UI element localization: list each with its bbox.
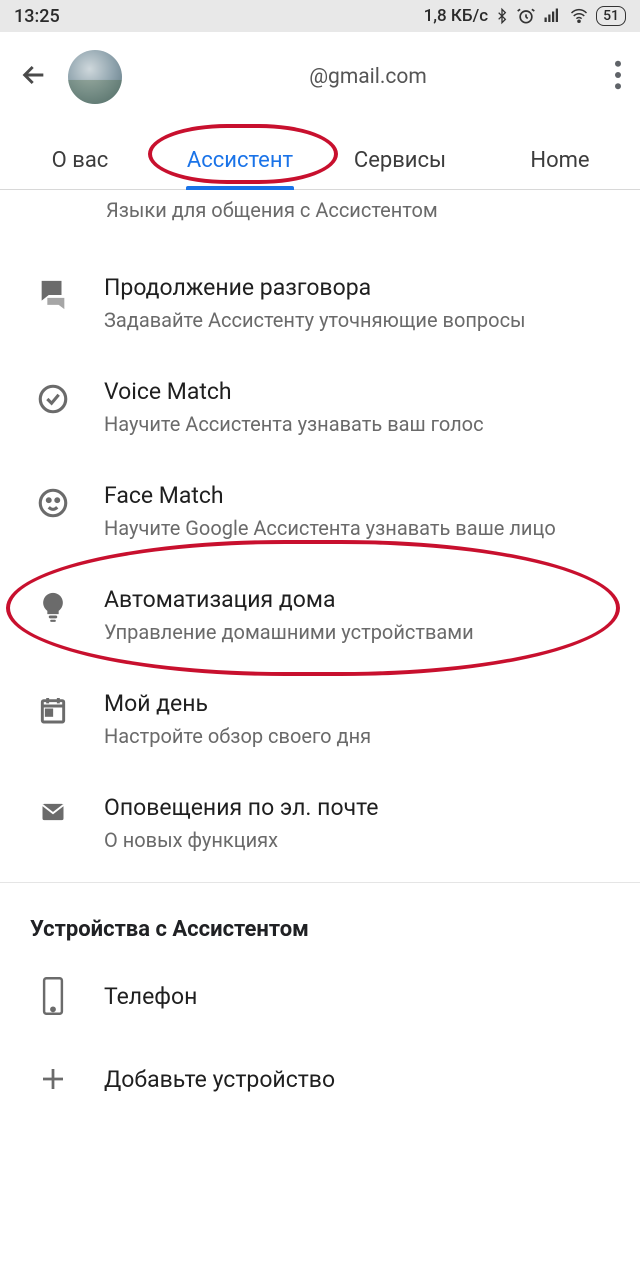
signal-icon [542, 7, 562, 25]
status-bar: 13:25 1,8 КБ/с 51 [0, 0, 640, 32]
mail-icon [36, 798, 70, 826]
item-continued-conversation[interactable]: Продолжение разговора Задавайте Ассистен… [0, 252, 640, 356]
item-title: Face Match [104, 482, 618, 509]
face-icon [36, 486, 70, 520]
item-home-automation[interactable]: Автоматизация дома Управление домашними … [0, 564, 640, 668]
item-add-device[interactable]: Добавьте устройство [0, 1040, 640, 1118]
account-email: @gmail.com [140, 65, 596, 89]
status-icons: 1,8 КБ/с 51 [424, 6, 626, 26]
plus-icon [38, 1064, 68, 1094]
item-title: Оповещения по эл. почте [104, 794, 618, 821]
list-item-subtitle: Языки для общения с Ассистентом [0, 190, 640, 252]
battery-icon: 51 [596, 6, 626, 26]
item-title: Мой день [104, 690, 618, 717]
item-subtitle: Настройте обзор своего дня [104, 723, 618, 750]
item-title: Автоматизация дома [104, 586, 618, 613]
item-face-match[interactable]: Face Match Научите Google Ассистента узн… [0, 460, 640, 564]
tab-about[interactable]: О вас [0, 130, 160, 189]
phone-icon [39, 976, 67, 1016]
tab-bar: О вас Ассистент Сервисы Home [0, 130, 640, 190]
alarm-icon [516, 6, 536, 26]
item-subtitle: Научите Google Ассистента узнавать ваше … [104, 515, 618, 542]
tab-services[interactable]: Сервисы [320, 130, 480, 189]
status-net-speed: 1,8 КБ/с [424, 6, 489, 26]
item-email-notifications[interactable]: Оповещения по эл. почте О новых функциях [0, 772, 640, 876]
bluetooth-icon [494, 6, 510, 26]
item-title: Voice Match [104, 378, 618, 405]
calendar-icon [37, 694, 69, 726]
item-subtitle: О новых функциях [104, 827, 618, 854]
tab-home[interactable]: Home [480, 130, 640, 189]
section-header-devices: Устройства с Ассистентом [0, 882, 640, 952]
avatar[interactable] [68, 50, 122, 104]
item-title: Продолжение разговора [104, 274, 618, 301]
item-subtitle: Научите Ассистента узнавать ваш голос [104, 411, 618, 438]
item-subtitle: Задавайте Ассистенту уточняющие вопросы [104, 307, 618, 334]
back-button[interactable] [18, 59, 50, 95]
arrow-left-icon [18, 59, 50, 91]
wifi-icon [568, 7, 590, 25]
item-my-day[interactable]: Мой день Настройте обзор своего дня [0, 668, 640, 772]
item-phone[interactable]: Телефон [0, 952, 640, 1040]
app-bar: @gmail.com [0, 32, 640, 108]
check-circle-icon [36, 382, 70, 416]
settings-list[interactable]: Языки для общения с Ассистентом Продолже… [0, 190, 640, 1272]
item-title: Телефон [104, 983, 197, 1010]
more-vert-icon [614, 60, 622, 90]
chat-icon [36, 278, 70, 312]
item-voice-match[interactable]: Voice Match Научите Ассистента узнавать … [0, 356, 640, 460]
status-time: 13:25 [14, 6, 60, 27]
tab-assistant[interactable]: Ассистент [160, 130, 320, 189]
more-button[interactable] [614, 60, 622, 94]
bulb-icon [36, 590, 70, 624]
item-subtitle: Управление домашними устройствами [104, 619, 618, 646]
item-title: Добавьте устройство [104, 1066, 335, 1093]
